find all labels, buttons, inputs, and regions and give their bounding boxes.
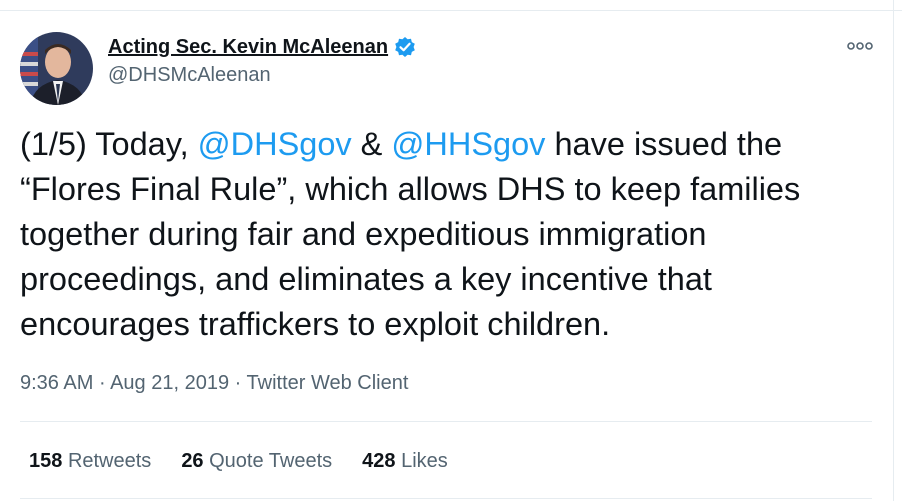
quote-tweets-stat[interactable]: 26 Quote Tweets	[181, 450, 332, 473]
author-handle[interactable]: @DHSMcAleenan	[108, 64, 416, 87]
meta-separator: ·	[234, 372, 242, 394]
more-options-icon[interactable]	[846, 38, 874, 54]
retweets-label: Retweets	[67, 450, 152, 472]
author-display-name[interactable]: Acting Sec. Kevin McAleenan	[108, 36, 388, 59]
page-right-border	[893, 0, 894, 501]
author-block: Acting Sec. Kevin McAleenan @DHSMcAleena…	[108, 32, 416, 87]
quote-tweets-label: Quote Tweets	[209, 450, 333, 472]
tweet-text-segment: &	[351, 126, 392, 162]
mention-link-dhsgov[interactable]: @DHSgov	[198, 126, 352, 162]
meta-separator: ·	[98, 372, 106, 394]
quote-tweets-count: 26	[181, 450, 204, 472]
divider	[20, 498, 872, 499]
tweet-text-segment: (1/5) Today,	[20, 126, 198, 162]
engagement-stats: 158 Retweets 26 Quote Tweets 428 Likes	[29, 450, 478, 473]
divider	[20, 421, 872, 422]
tweet-client[interactable]: Twitter Web Client	[247, 372, 409, 394]
tweet-metadata: 9:36 AM · Aug 21, 2019 · Twitter Web Cli…	[20, 372, 408, 395]
tweet-date[interactable]: Aug 21, 2019	[110, 372, 229, 394]
likes-stat[interactable]: 428 Likes	[362, 450, 448, 473]
retweets-stat[interactable]: 158 Retweets	[29, 450, 151, 473]
name-row: Acting Sec. Kevin McAleenan	[108, 32, 416, 62]
likes-label: Likes	[401, 450, 448, 472]
retweets-count: 158	[29, 450, 63, 472]
verified-badge-icon	[394, 36, 416, 58]
tweet-card: Acting Sec. Kevin McAleenan @DHSMcAleena…	[0, 10, 893, 501]
likes-count: 428	[362, 450, 396, 472]
avatar-image	[20, 32, 93, 105]
tweet-text: (1/5) Today, @DHSgov & @HHSgov have issu…	[20, 122, 870, 347]
avatar[interactable]	[20, 32, 93, 105]
tweet-time[interactable]: 9:36 AM	[20, 372, 93, 394]
mention-link-hhsgov[interactable]: @HHSgov	[391, 126, 545, 162]
